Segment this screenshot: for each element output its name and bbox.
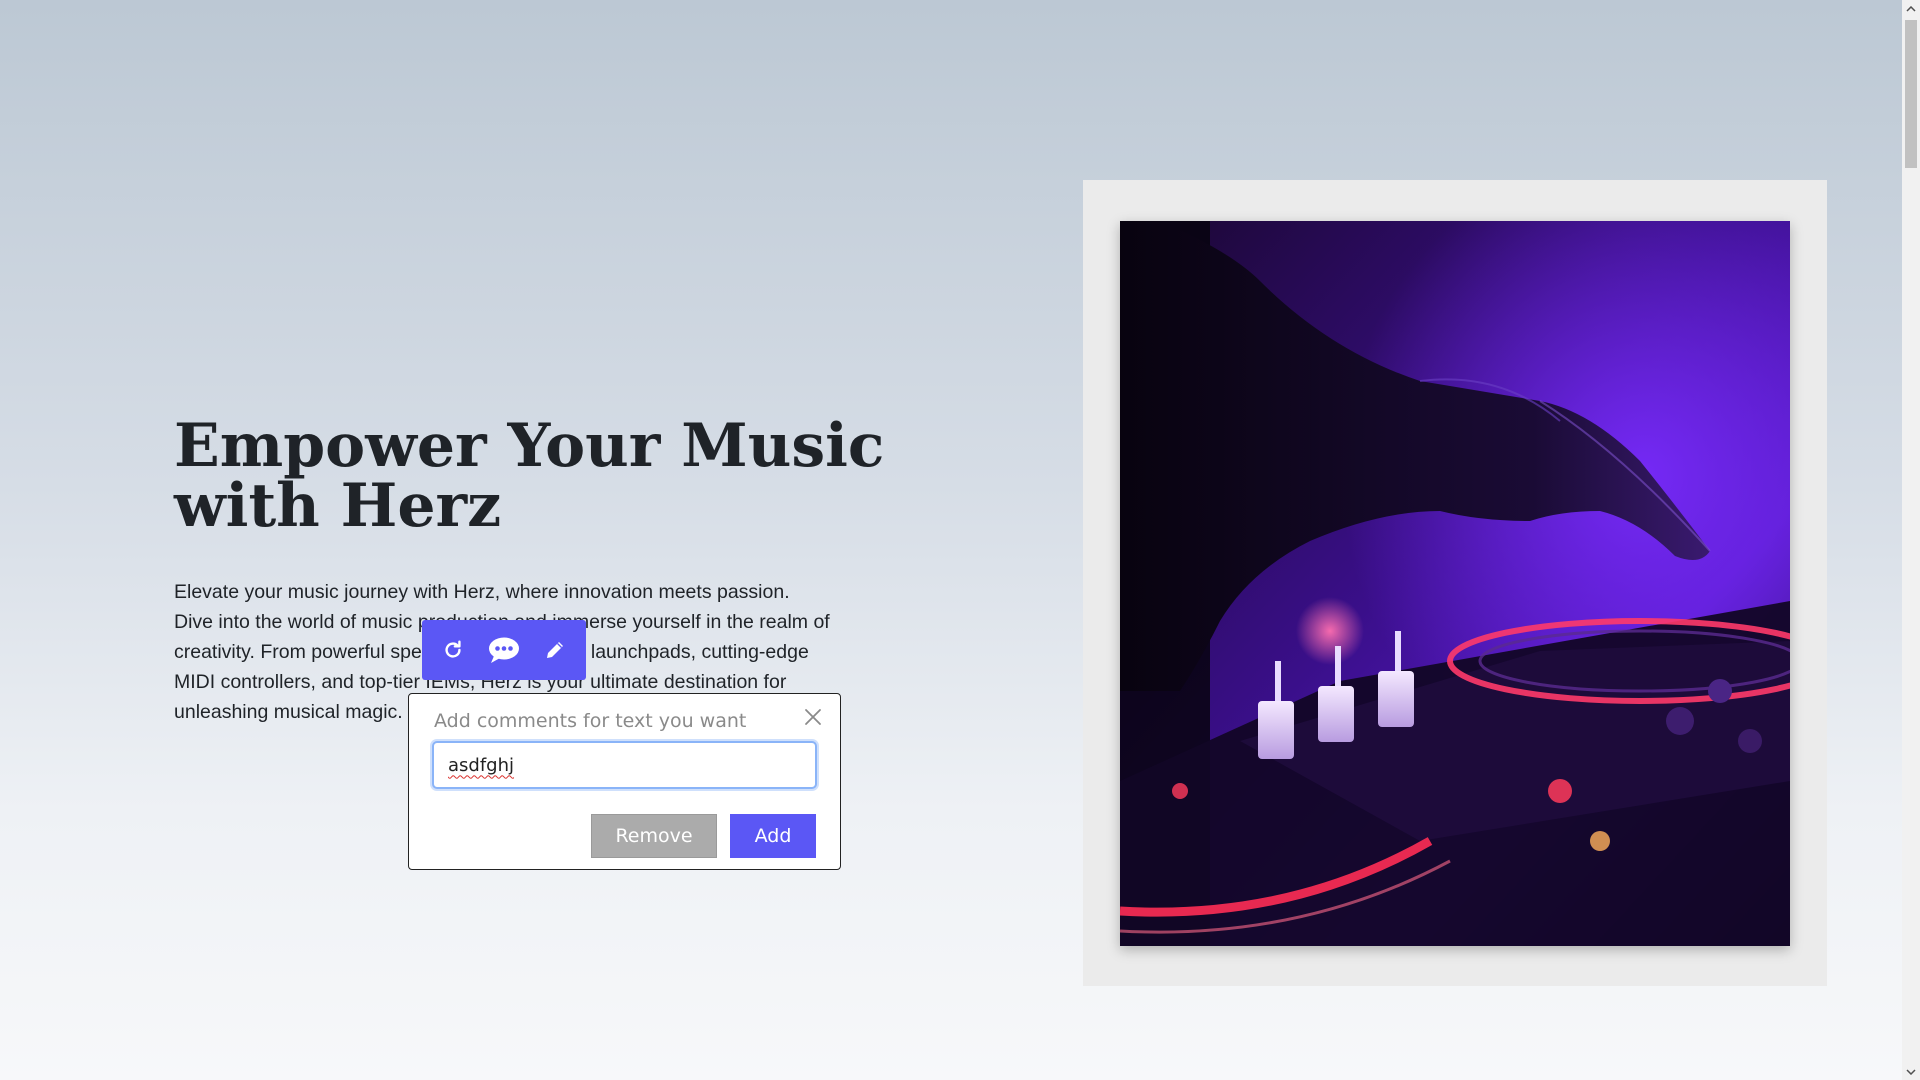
pencil-icon [546,642,563,658]
text-selection-toolbar [422,620,586,680]
close-icon [805,709,821,725]
remove-button[interactable]: Remove [591,814,717,858]
vertical-scrollbar[interactable] [1902,0,1920,1080]
comment-popover: Add comments for text you want asdfghj R… [408,693,841,870]
refresh-button[interactable] [431,628,475,672]
add-button[interactable]: Add [730,814,816,858]
hero-title: Empower Your Music with Herz [174,411,885,541]
comment-button[interactable] [482,628,526,672]
comment-input-value: asdfghj [448,754,515,776]
edit-button[interactable] [533,628,577,672]
comment-icon [488,637,519,663]
comment-input[interactable]: asdfghj [432,741,817,789]
hero-image-dj-controller [1120,221,1790,946]
chevron-up-icon [1906,5,1916,12]
refresh-icon [445,640,461,658]
page: Empower Your Music with Herz Elevate you… [0,0,1902,1080]
chevron-down-icon [1906,1068,1916,1075]
scrollbar-thumb[interactable] [1905,20,1917,168]
comment-popover-title: Add comments for text you want [434,710,747,732]
scroll-down-button[interactable] [1902,1063,1920,1080]
close-button[interactable] [802,706,824,728]
scroll-up-button[interactable] [1902,0,1920,17]
